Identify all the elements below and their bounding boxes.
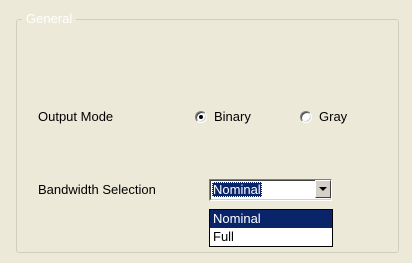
radio-gray-indicator[interactable]: [300, 111, 312, 123]
radio-gray-label[interactable]: Gray: [319, 109, 347, 125]
radio-binary-indicator[interactable]: [195, 111, 207, 123]
groupbox-title: General: [22, 12, 77, 26]
bandwidth-selection-label: Bandwidth Selection: [38, 182, 156, 197]
combobox-value[interactable]: Nominal: [212, 182, 262, 197]
radio-binary[interactable]: Binary: [195, 109, 251, 125]
radio-gray[interactable]: Gray: [300, 109, 347, 125]
combobox-dropdown-button[interactable]: [315, 180, 331, 198]
dropdown-option-nominal[interactable]: Nominal: [210, 210, 332, 228]
bandwidth-combobox[interactable]: Nominal: [209, 179, 332, 201]
radio-binary-label[interactable]: Binary: [214, 109, 251, 125]
output-mode-label: Output Mode: [38, 109, 114, 124]
chevron-down-icon: [319, 187, 327, 191]
radio-selected-dot: [199, 115, 203, 119]
dropdown-option-full[interactable]: Full: [210, 228, 332, 246]
general-groupbox: [16, 19, 399, 253]
bandwidth-dropdown-list[interactable]: Nominal Full: [209, 209, 333, 247]
